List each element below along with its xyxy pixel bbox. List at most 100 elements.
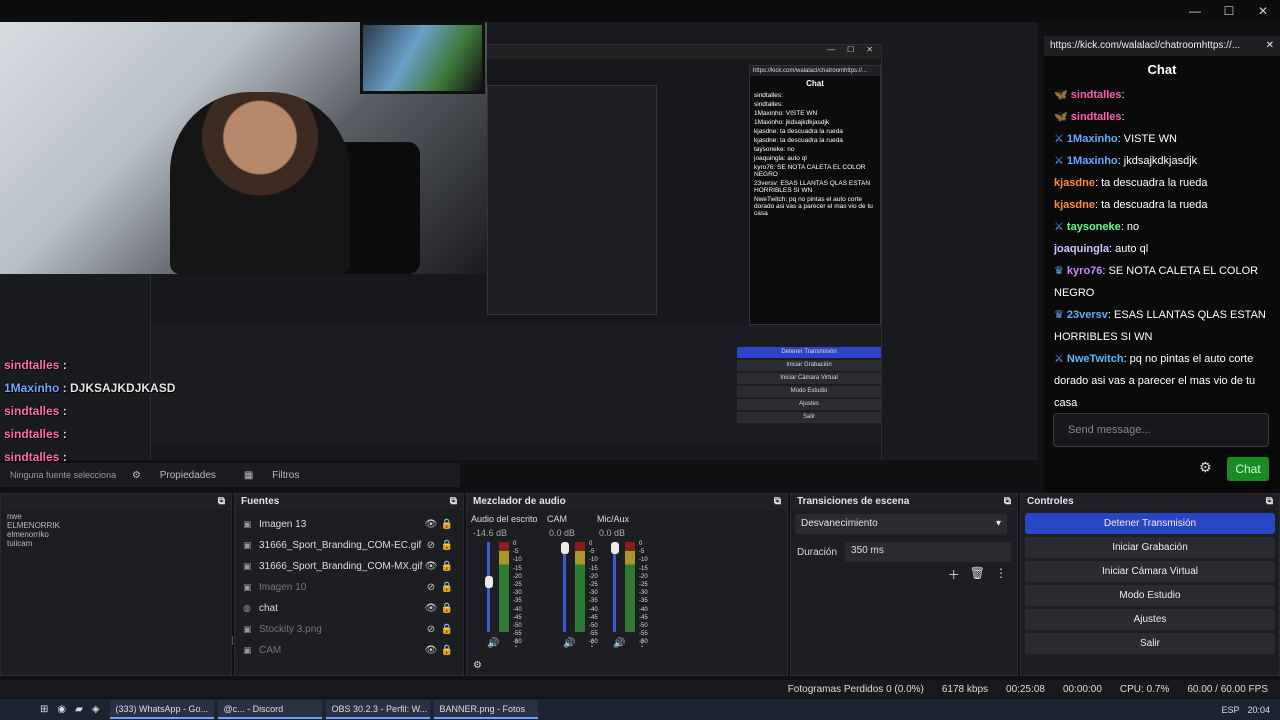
mixer-options-icon[interactable]: ⋮ xyxy=(637,638,647,649)
volume-fader[interactable] xyxy=(563,542,566,632)
control-button[interactable]: Salir xyxy=(1025,633,1275,654)
control-button[interactable]: Iniciar Grabación xyxy=(1025,537,1275,558)
lock-icon[interactable]: 🔒 xyxy=(439,603,455,614)
lock-icon[interactable]: 🔒 xyxy=(439,519,455,530)
visibility-eye-icon[interactable]: 👁 xyxy=(423,645,439,656)
controls-title: Controles xyxy=(1027,496,1074,507)
chat-username[interactable]: 23versv xyxy=(1067,309,1108,321)
browser-icon[interactable]: ◉ xyxy=(57,704,66,715)
chat-message: 🦋 sindtalles: xyxy=(1054,106,1270,128)
control-button[interactable]: Ajustes xyxy=(1025,609,1275,630)
volume-fader[interactable] xyxy=(613,542,616,632)
source-item[interactable]: ▣ Stockity 3.png ⊘ 🔒 xyxy=(235,619,463,640)
speaker-icon[interactable]: 🔊 xyxy=(613,638,625,649)
dock-popout-icon[interactable]: ⧉ xyxy=(450,496,457,508)
scene-item[interactable]: tuiicam xyxy=(7,539,225,548)
chat-username[interactable]: 1Maxinho xyxy=(1067,155,1118,167)
close-button[interactable]: ✕ xyxy=(1246,0,1280,22)
chat-send-button[interactable]: Chat xyxy=(1227,457,1269,481)
overlay-username: 1Maxinho xyxy=(4,381,60,395)
dock-popout-icon[interactable]: ⧉ xyxy=(1004,496,1011,508)
minimize-button[interactable]: — xyxy=(1178,0,1212,22)
chat-username[interactable]: joaquingla xyxy=(1054,243,1109,255)
dock-popout-icon[interactable]: ⧉ xyxy=(774,496,781,508)
badge-icon: ♛ xyxy=(1054,265,1067,277)
lock-icon[interactable]: 🔒 xyxy=(439,582,455,593)
chat-username[interactable]: sindtalles xyxy=(1071,89,1122,101)
dock-popout-icon[interactable]: ⧉ xyxy=(1266,496,1273,508)
taskbar-app[interactable]: BANNER.png - Fotos xyxy=(433,700,538,719)
taskbar-app[interactable]: (333) WhatsApp - Go... xyxy=(109,700,214,719)
source-item[interactable]: ▣ Imagen 10 ⊘ 🔒 xyxy=(235,577,463,598)
send-message-input[interactable]: Send message... xyxy=(1053,413,1269,447)
mixer-channel-db: 0.0 dB xyxy=(549,528,576,538)
chat-username[interactable]: NweTwitch xyxy=(1067,353,1124,365)
chat-message: ⚔ NweTwitch: pq no pintas el auto corte … xyxy=(1054,348,1270,414)
badge-icon: 🦋 xyxy=(1054,89,1071,101)
lock-icon[interactable]: 🔒 xyxy=(439,540,455,551)
sources-title: Fuentes xyxy=(241,496,280,507)
volume-fader-knob[interactable] xyxy=(611,542,619,554)
control-button[interactable]: Iniciar Cámara Virtual xyxy=(1025,561,1275,582)
source-item[interactable]: ▣ Imagen 13 👁 🔒 xyxy=(235,514,463,535)
properties-button[interactable]: ⚙ Propiedades xyxy=(126,468,228,483)
taskbar-app[interactable]: @c... - Discord xyxy=(217,700,322,719)
visibility-eye-icon[interactable]: ⊘ xyxy=(423,582,439,593)
lock-icon[interactable]: 🔒 xyxy=(439,645,455,656)
mixer-channel-db: 0.0 dB xyxy=(599,528,626,538)
kick-chat-window: https://kick.com/walalacl/chatroomhttps:… xyxy=(1044,36,1280,496)
source-item[interactable]: ◍ chat 👁 🔒 xyxy=(235,598,463,619)
language-indicator[interactable]: ESP xyxy=(1221,705,1239,715)
chat-settings-gear-icon[interactable]: ⚙ xyxy=(1199,459,1212,476)
lock-icon[interactable]: 🔒 xyxy=(439,624,455,635)
close-icon[interactable]: ✕ xyxy=(1266,40,1274,52)
visibility-eye-icon[interactable]: 👁 xyxy=(423,603,439,614)
speaker-icon[interactable]: 🔊 xyxy=(563,638,575,649)
source-item[interactable]: ▣ CAM 👁 🔒 xyxy=(235,640,463,661)
visibility-eye-icon[interactable]: 👁 xyxy=(423,519,439,530)
dock-popout-icon[interactable]: ⧉ xyxy=(218,496,225,508)
source-name: 31666_Sport_Branding_COM-EC.gif xyxy=(259,540,422,551)
volume-fader-knob[interactable] xyxy=(561,542,569,554)
controls-dock: Controles ⧉ Detener Transmisión Iniciar Gr… xyxy=(1020,493,1280,676)
add-transition-icon[interactable]: ＋ xyxy=(948,566,960,583)
transition-select[interactable]: Desvanecimiento ▾ xyxy=(795,514,1007,534)
speaker-icon[interactable]: 🔊 xyxy=(487,638,499,649)
chat-username[interactable]: taysoneke xyxy=(1067,221,1121,233)
store-icon[interactable]: ◈ xyxy=(92,704,100,715)
visibility-eye-icon[interactable]: ⊘ xyxy=(423,540,439,551)
chat-text: no xyxy=(1123,221,1140,233)
properties-label: Propiedades xyxy=(159,469,216,481)
mixer-options-icon[interactable]: ⋮ xyxy=(511,638,521,649)
visibility-eye-icon[interactable]: 👁 xyxy=(423,561,439,572)
filters-button[interactable]: ▦ Filtros xyxy=(238,468,311,483)
source-item[interactable]: ▣ 31666_Sport_Branding_COM-MX.gif 👁 🔒 xyxy=(235,556,463,577)
db-scale-tick: -50 xyxy=(589,623,598,630)
clock[interactable]: 20:04 xyxy=(1247,705,1270,715)
chat-username[interactable]: sindtalles xyxy=(1071,111,1122,123)
chat-username[interactable]: 1Maxinho xyxy=(1067,133,1118,145)
control-button[interactable]: Modo Estudio xyxy=(1025,585,1275,606)
folder-icon[interactable]: ▰ xyxy=(75,704,83,715)
chat-username[interactable]: kyro76 xyxy=(1067,265,1102,277)
duration-input[interactable]: 350 ms xyxy=(845,542,1011,562)
windows-start-icon[interactable]: ⊞ xyxy=(40,704,48,715)
scene-item[interactable]: nwe xyxy=(7,512,225,521)
nested-chat-title: Chat xyxy=(806,79,824,88)
chat-username[interactable]: kjasdne xyxy=(1054,177,1095,189)
chat-username[interactable]: kjasdne xyxy=(1054,199,1095,211)
scene-item[interactable]: elmenorriko xyxy=(7,530,225,539)
mixer-settings-gear-icon[interactable]: ⚙ xyxy=(473,660,482,671)
scene-item[interactable]: ELMENORRIK xyxy=(7,521,225,530)
more-options-icon[interactable]: ⋮ xyxy=(995,566,1007,583)
taskbar-app[interactable]: OBS 30.2.3 - Perfil: W... xyxy=(325,700,430,719)
volume-fader-knob[interactable] xyxy=(485,576,493,588)
source-item[interactable]: ▣ 31666_Sport_Branding_COM-EC.gif ⊘ 🔒 xyxy=(235,535,463,556)
maximize-button[interactable]: ☐ xyxy=(1212,0,1246,22)
lock-icon[interactable]: 🔒 xyxy=(439,561,455,572)
control-button[interactable]: Detener Transmisión xyxy=(1025,513,1275,534)
delete-transition-icon[interactable]: 🗑 xyxy=(970,566,985,583)
filters-label: Filtros xyxy=(272,469,300,481)
visibility-eye-icon[interactable]: ⊘ xyxy=(423,624,439,635)
mixer-options-icon[interactable]: ⋮ xyxy=(587,638,597,649)
